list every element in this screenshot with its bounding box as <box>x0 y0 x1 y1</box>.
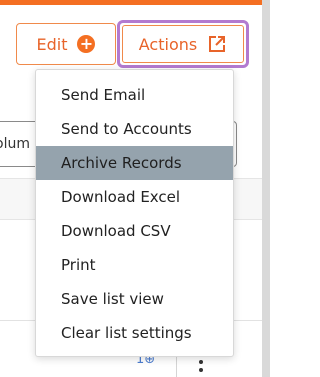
menu-item-download-excel[interactable]: Download Excel <box>36 180 233 214</box>
menu-item-print[interactable]: Print <box>36 248 233 282</box>
edit-button-label: Edit <box>36 34 68 54</box>
scrollbar[interactable] <box>262 0 270 377</box>
actions-dropdown-menu: Send Email Send to Accounts Archive Reco… <box>35 69 234 357</box>
menu-item-clear-list-settings[interactable]: Clear list settings <box>36 316 233 350</box>
menu-item-download-csv[interactable]: Download CSV <box>36 214 233 248</box>
menu-item-send-email[interactable]: Send Email <box>36 78 233 112</box>
menu-item-archive-records[interactable]: Archive Records <box>36 146 233 180</box>
external-link-icon <box>209 36 226 52</box>
edit-button[interactable]: Edit + <box>16 23 116 65</box>
actions-button-label: Actions <box>138 34 198 54</box>
column-filter-text: olum <box>0 136 30 152</box>
menu-item-save-list-view[interactable]: Save list view <box>36 282 233 316</box>
menu-item-send-to-accounts[interactable]: Send to Accounts <box>36 112 233 146</box>
top-accent-bar <box>0 0 270 5</box>
actions-button[interactable]: Actions <box>117 20 249 68</box>
plus-circle-icon: + <box>77 35 96 53</box>
